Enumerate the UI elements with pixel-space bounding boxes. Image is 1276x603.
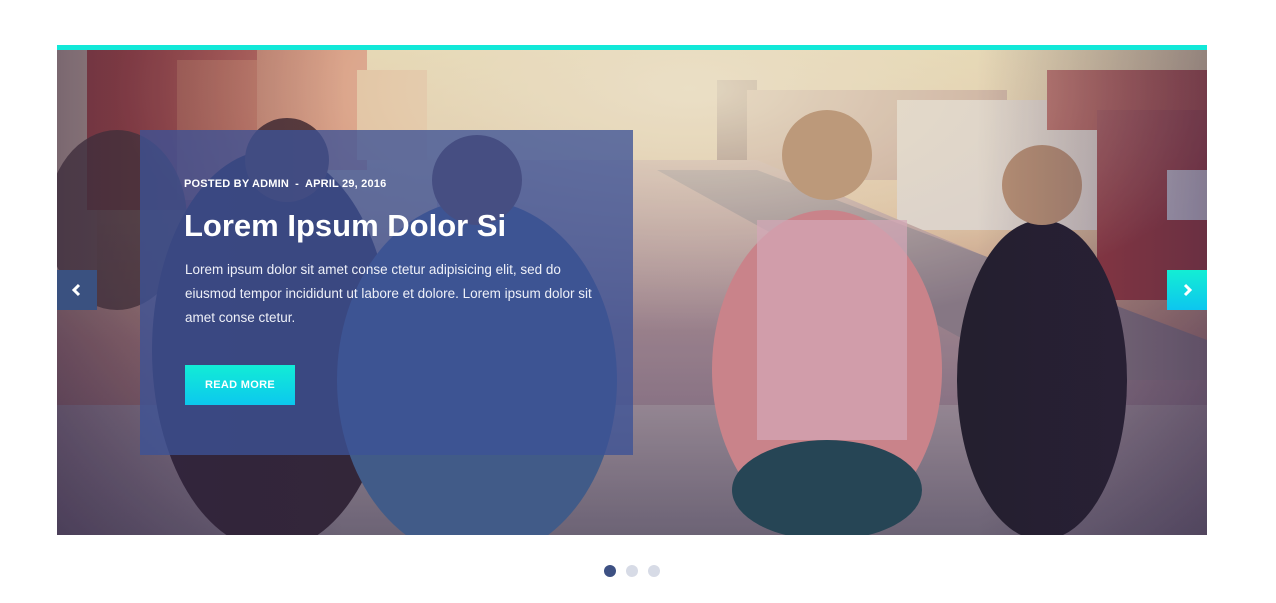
chevron-left-icon xyxy=(71,283,81,297)
chevron-right-icon xyxy=(1183,283,1193,297)
post-date: APRIL 29, 2016 xyxy=(304,178,387,190)
slider-dot-2[interactable] xyxy=(626,565,638,577)
page: POSTED BY ADMIN - APRIL 29, 2016 Lorem Ips… xyxy=(0,0,1276,603)
slider-dot-3[interactable] xyxy=(648,565,660,577)
slide-caption-panel: POSTED BY ADMIN - APRIL 29, 2016 Lorem Ips… xyxy=(140,130,633,455)
read-more-button[interactable]: READ MORE xyxy=(185,365,295,405)
slide-excerpt: Lorem ipsum dolor sit amet conse ctetur … xyxy=(185,262,592,325)
slider-dot-1[interactable] xyxy=(604,565,616,577)
slider-prev-button[interactable] xyxy=(57,270,97,310)
slide-title[interactable]: Lorem Ipsum Dolor Si xyxy=(184,208,506,244)
slider-accent-bar xyxy=(57,45,1207,50)
slider-next-button[interactable] xyxy=(1167,270,1207,310)
meta-separator: - xyxy=(295,178,299,190)
hero-slider: POSTED BY ADMIN - APRIL 29, 2016 Lorem Ips… xyxy=(57,45,1207,535)
post-meta: POSTED BY ADMIN - APRIL 29, 2016 xyxy=(184,178,386,190)
slider-pagination xyxy=(604,565,660,577)
post-author[interactable]: POSTED BY ADMIN xyxy=(184,178,289,190)
